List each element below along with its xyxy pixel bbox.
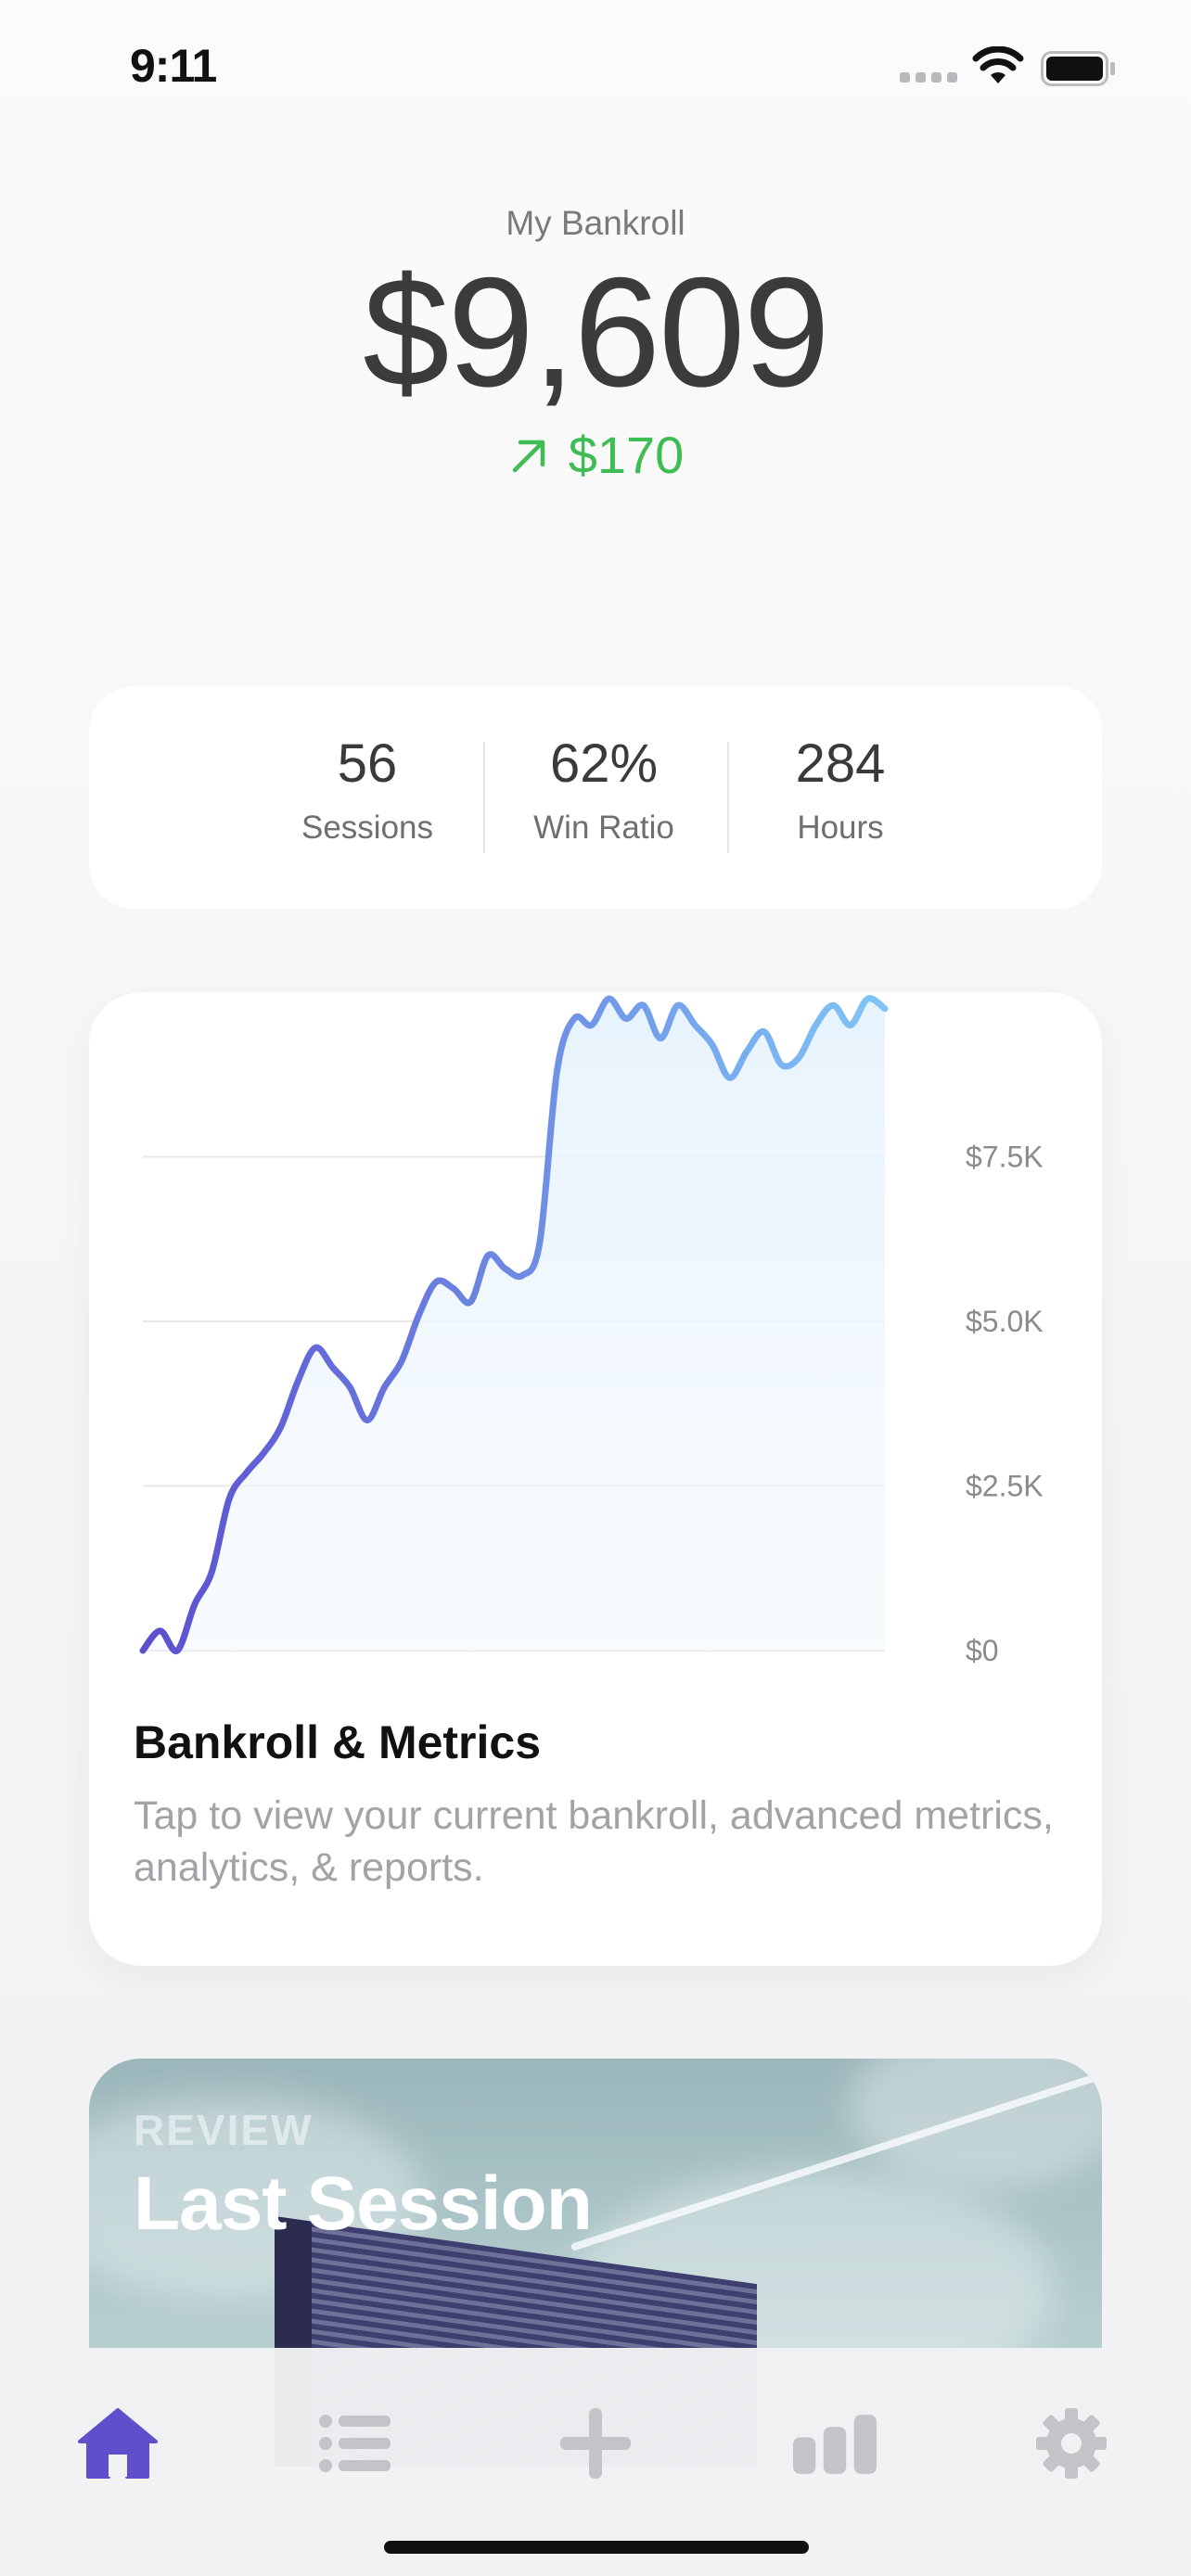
chart-data-point bbox=[848, 1023, 853, 1028]
home-indicator bbox=[384, 2541, 809, 2554]
chart-data-point bbox=[710, 1042, 715, 1048]
chart-data-point bbox=[365, 1418, 370, 1423]
chart-data-point bbox=[658, 1036, 663, 1041]
chart-data-point bbox=[295, 1378, 301, 1384]
tab-settings[interactable] bbox=[1030, 2402, 1113, 2485]
tab-home[interactable] bbox=[76, 2402, 160, 2485]
chart-data-point bbox=[555, 1068, 560, 1074]
chart-data-point bbox=[244, 1470, 250, 1475]
chart-data-point bbox=[433, 1279, 439, 1284]
stats-card[interactable]: 56 Sessions 62% Win Ratio 284 Hours bbox=[89, 686, 1102, 909]
chart-y-tick-label: $2.5K bbox=[966, 1470, 1044, 1503]
session-eyebrow: REVIEW bbox=[134, 2106, 314, 2154]
chart-y-tick-label: $5.0K bbox=[966, 1305, 1044, 1338]
chart-data-point bbox=[692, 1023, 698, 1028]
bankroll-metrics-card[interactable]: $0 $2.5K $5.0K $7.5K Bankroll & Metrics Tap… bbox=[89, 992, 1102, 1966]
chart-data-point bbox=[158, 1628, 163, 1634]
bankroll-summary: My Bankroll $9,609 $170 bbox=[0, 204, 1191, 485]
chart-data-point bbox=[416, 1312, 422, 1318]
session-title: Last Session bbox=[134, 2162, 593, 2246]
bankroll-amount: $9,609 bbox=[363, 245, 830, 419]
chart-data-point bbox=[278, 1424, 284, 1430]
tab-sessions[interactable] bbox=[314, 2402, 397, 2485]
stat-divider bbox=[727, 742, 729, 853]
bankroll-label: My Bankroll bbox=[506, 204, 685, 242]
chart-data-point bbox=[519, 1272, 525, 1278]
bankroll-change: $170 bbox=[0, 425, 1191, 485]
chart-data-point bbox=[140, 1648, 146, 1653]
chart-data-point bbox=[796, 1055, 801, 1061]
plus-icon bbox=[560, 2408, 631, 2479]
chart-data-point bbox=[830, 1002, 836, 1008]
chart-data-point bbox=[347, 1384, 352, 1390]
chart-data-point bbox=[882, 1006, 888, 1012]
stat-value: 56 bbox=[337, 733, 398, 794]
gear-icon bbox=[1036, 2408, 1107, 2479]
chart-data-point bbox=[503, 1266, 508, 1271]
chart-data-point bbox=[589, 1023, 595, 1028]
chart-data-point bbox=[381, 1384, 387, 1390]
chart-data-point bbox=[606, 996, 611, 1001]
chart-data-point bbox=[571, 1015, 577, 1021]
chart-data-point bbox=[623, 1015, 629, 1021]
stat-value: 284 bbox=[795, 733, 886, 794]
status-time: 9:11 bbox=[130, 40, 217, 92]
chart-data-point bbox=[261, 1450, 266, 1456]
tab-add-session[interactable] bbox=[554, 2402, 637, 2485]
chart-data-point bbox=[485, 1253, 491, 1258]
chart-data-point bbox=[778, 1062, 784, 1067]
tab-reports[interactable] bbox=[793, 2402, 877, 2485]
chart-data-point bbox=[641, 1002, 647, 1008]
chart-data-point bbox=[467, 1299, 473, 1305]
chart-data-point bbox=[762, 1029, 767, 1035]
chart-data-point bbox=[813, 1023, 819, 1028]
chart-y-tick-label: $7.5K bbox=[966, 1141, 1044, 1174]
arrow-up-right-icon bbox=[512, 440, 544, 472]
wifi-icon bbox=[972, 46, 1024, 83]
chart-data-point bbox=[399, 1358, 404, 1364]
chart-data-point bbox=[451, 1286, 456, 1292]
stat-value: 62% bbox=[549, 733, 659, 794]
chart-y-tick-label: $0 bbox=[966, 1634, 999, 1667]
metrics-card-description: Tap to view your current bankroll, advan… bbox=[134, 1793, 1054, 1890]
stat-label: Hours bbox=[797, 810, 884, 846]
stat-label: Sessions bbox=[301, 810, 434, 846]
bar-chart-icon bbox=[793, 2415, 877, 2474]
metrics-card-title: Bankroll & Metrics bbox=[134, 1716, 542, 1768]
list-icon bbox=[319, 2415, 391, 2472]
chart-data-point bbox=[744, 1049, 749, 1054]
chart-data-point bbox=[330, 1365, 336, 1371]
cloud-decoration bbox=[850, 2059, 1102, 2188]
chart-data-point bbox=[209, 1569, 214, 1575]
chart-data-point bbox=[313, 1345, 318, 1350]
bankroll-change-amount: $170 bbox=[568, 426, 685, 484]
chart-data-point bbox=[675, 1002, 681, 1008]
chart-data-point bbox=[537, 1240, 543, 1245]
battery-icon bbox=[1041, 51, 1115, 86]
stat-label: Win Ratio bbox=[533, 810, 674, 846]
cellular-signal-icon bbox=[900, 72, 959, 85]
stat-hours: 284 Hours bbox=[748, 737, 933, 847]
stat-sessions: 56 Sessions bbox=[275, 737, 460, 847]
home-icon bbox=[78, 2408, 158, 2479]
chart-area-fill bbox=[143, 998, 885, 1651]
chart-data-point bbox=[192, 1601, 198, 1607]
chart-data-point bbox=[174, 1648, 180, 1653]
chart-data-point bbox=[226, 1497, 232, 1502]
chart-data-point bbox=[864, 996, 870, 1001]
bankroll-chart: $0 $2.5K $5.0K $7.5K bbox=[139, 995, 1044, 1667]
stat-divider bbox=[483, 742, 485, 853]
stat-win-ratio: 62% Win Ratio bbox=[502, 737, 706, 847]
status-bar: 9:11 bbox=[0, 0, 1191, 139]
chart-data-point bbox=[727, 1075, 733, 1080]
